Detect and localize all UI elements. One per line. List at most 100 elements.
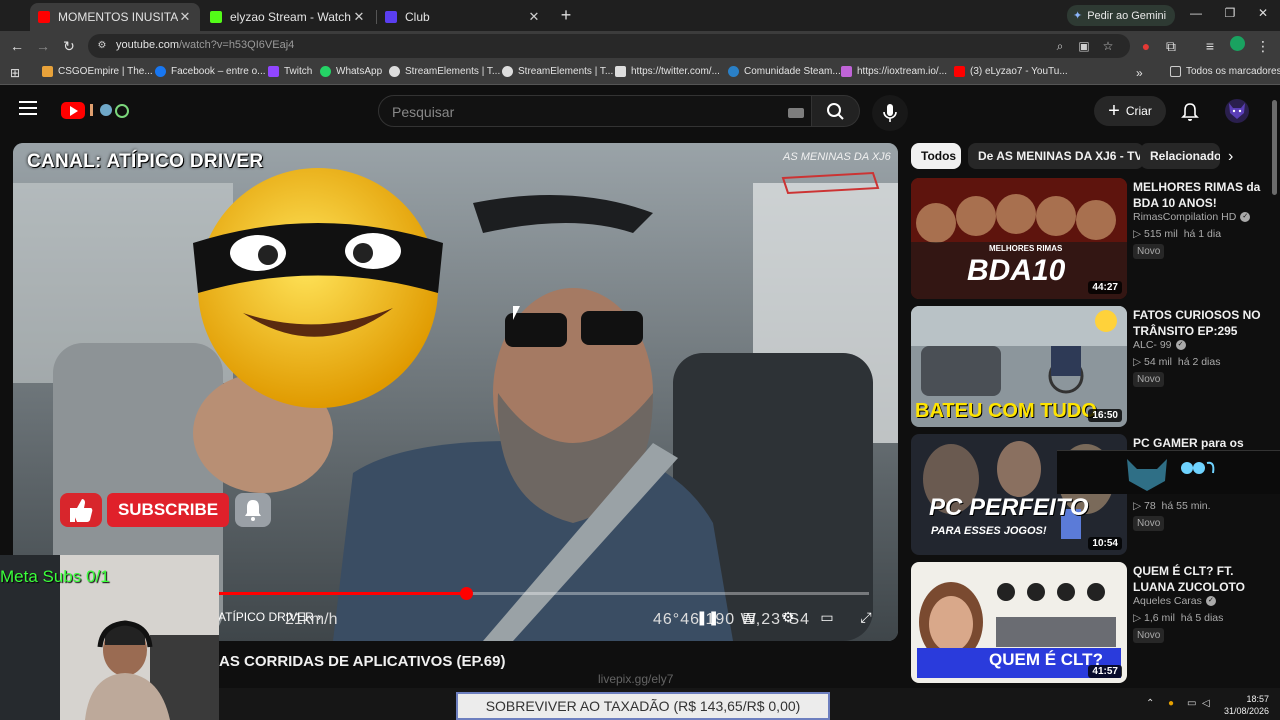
tray-chevron-icon[interactable]: ⌃ bbox=[1146, 698, 1154, 709]
thumbnail-text: BDA10 bbox=[967, 254, 1066, 287]
site-info-icon[interactable]: ⚙ bbox=[94, 38, 110, 54]
recommendation-channel[interactable]: RimasCompilation HD ✓ bbox=[1133, 211, 1251, 223]
chapter-title[interactable]: ATÍPICO DRIVER › bbox=[218, 610, 321, 624]
verified-check-icon: ✓ bbox=[1205, 596, 1216, 606]
apps-grid-icon[interactable]: ⊞ bbox=[5, 63, 25, 83]
settings-gear-icon[interactable]: ⚙ bbox=[778, 609, 798, 627]
extension-red-icon[interactable]: ● bbox=[1136, 36, 1156, 56]
new-tab-button[interactable]: + bbox=[556, 6, 576, 26]
address-bar[interactable]: ⚙ youtube.com/watch?v=h53QI6VEaj4 ⌕ ▣ ☆ bbox=[88, 34, 1130, 58]
bookmark-csgoempire[interactable]: CSGOEmpire | The... bbox=[42, 66, 153, 77]
voice-search-button[interactable] bbox=[872, 95, 908, 131]
bookmark-label: Todos os marcadores bbox=[1186, 66, 1280, 77]
youtube-logo[interactable] bbox=[61, 102, 85, 119]
close-window-button[interactable]: ✕ bbox=[1253, 6, 1273, 24]
ask-gemini-button[interactable]: ✦ Pedir ao Gemini bbox=[1067, 5, 1176, 26]
view-count: 54 mil bbox=[1144, 356, 1173, 368]
bookmark-ioxtream[interactable]: https://ioxtream.io/... bbox=[841, 66, 947, 77]
stream-alert-widget bbox=[1057, 450, 1280, 494]
minimize-window-button[interactable]: — bbox=[1186, 6, 1206, 24]
recommendation-meta: ▷ 78 há 55 min. bbox=[1133, 500, 1211, 512]
create-button[interactable]: + Criar bbox=[1094, 96, 1166, 126]
kick-favicon-icon bbox=[210, 11, 222, 23]
extensions-puzzle-icon[interactable]: ⧉ bbox=[1161, 36, 1181, 56]
zoom-icon[interactable]: ⌕ bbox=[1052, 38, 1068, 54]
tray-volume-icon[interactable]: ◁ bbox=[1202, 698, 1210, 709]
search-box[interactable]: Pesquisar bbox=[378, 95, 812, 127]
forward-arrow-icon[interactable]: → bbox=[33, 36, 53, 56]
profile-avatar-icon[interactable] bbox=[1227, 36, 1247, 56]
video-thumbnail[interactable]: BATEU COM TUDO 16:50 bbox=[911, 306, 1127, 427]
browser-tab-club[interactable]: Club ✕ bbox=[377, 3, 549, 31]
recommendation-card[interactable]: QUEM É CLT? 41:57 QUEM É CLT? FT. LUANA … bbox=[911, 562, 1261, 684]
progress-scrubber-handle[interactable] bbox=[460, 587, 473, 600]
cast-icon[interactable]: ▣ bbox=[1076, 38, 1092, 54]
bookmark-steam[interactable]: Comunidade Steam... bbox=[728, 66, 841, 77]
like-thumb-icon bbox=[60, 493, 102, 527]
maximize-window-button[interactable]: ❐ bbox=[1220, 6, 1240, 24]
video-progress-bar[interactable] bbox=[219, 587, 869, 600]
video-thumbnail[interactable]: QUEM É CLT? 41:57 bbox=[911, 562, 1127, 683]
create-label: Criar bbox=[1125, 104, 1152, 118]
browser-tab-youtube[interactable]: MOMENTOS INUSITADOS NAS ✕ bbox=[30, 3, 200, 31]
duration-badge: 10:54 bbox=[1088, 537, 1122, 550]
youtube-header: Pesquisar + Criar bbox=[0, 86, 1280, 138]
recommendation-card[interactable]: MELHORES RIMAS BDA10 44:27 MELHORES RIMA… bbox=[911, 178, 1261, 300]
more-bookmarks-icon[interactable]: » bbox=[1136, 66, 1143, 80]
keyboard-icon[interactable] bbox=[788, 108, 804, 118]
page-scrollbar[interactable] bbox=[1272, 100, 1277, 195]
chevron-right-icon[interactable]: › bbox=[1228, 148, 1233, 166]
reload-icon[interactable]: ↻ bbox=[59, 36, 79, 56]
recommendation-title[interactable]: PC GAMER para os bbox=[1133, 435, 1261, 451]
facebook-icon bbox=[155, 66, 166, 77]
miniplayer-icon[interactable]: ▭ bbox=[817, 609, 837, 627]
media-control-icon[interactable]: ≡ bbox=[1200, 36, 1220, 56]
bookmark-twitter[interactable]: https://twitter.com/... bbox=[615, 66, 720, 77]
close-tab-icon[interactable]: ✕ bbox=[352, 9, 366, 25]
recommendation-channel[interactable]: ALC- 99 ✓ bbox=[1133, 339, 1186, 351]
search-input[interactable]: Pesquisar bbox=[392, 104, 454, 120]
menu-hamburger-icon[interactable] bbox=[19, 101, 37, 115]
pause-icon[interactable]: ❚❚ bbox=[696, 609, 719, 627]
recommendation-title[interactable]: QUEM É CLT? FT. LUANA ZUCOLOTO bbox=[1133, 563, 1261, 595]
chip-relacionado[interactable]: Relacionado bbox=[1140, 143, 1220, 169]
bookmark-facebook[interactable]: Facebook – entre o... bbox=[155, 66, 266, 77]
bookmark-streamelements-2[interactable]: StreamElements | T... bbox=[502, 66, 613, 77]
bookmark-whatsapp[interactable]: WhatsApp bbox=[320, 66, 382, 77]
close-tab-icon[interactable]: ✕ bbox=[527, 9, 541, 25]
new-badge: Novo bbox=[1133, 244, 1165, 259]
tray-network-icon[interactable]: ▭ bbox=[1187, 698, 1196, 709]
account-avatar[interactable] bbox=[1225, 99, 1249, 123]
subtitles-icon[interactable]: ▤ bbox=[739, 609, 759, 627]
url-text: youtube.com/watch?v=h53QI6VEaj4 bbox=[116, 39, 294, 51]
recommendation-title[interactable]: FATOS CURIOSOS NO TRÂNSITO EP:295 bbox=[1133, 307, 1261, 339]
all-bookmarks-folder[interactable]: Todos os marcadores bbox=[1170, 66, 1280, 77]
bookmark-star-icon[interactable]: ☆ bbox=[1100, 38, 1116, 54]
chip-channel[interactable]: De AS MENINAS DA XJ6 - TV bbox=[968, 143, 1144, 169]
chip-todos[interactable]: Todos bbox=[911, 143, 961, 169]
x-twitter-icon bbox=[615, 66, 626, 77]
recommendation-title[interactable]: MELHORES RIMAS da BDA 10 ANOS! bbox=[1133, 179, 1261, 211]
tray-microphone-icon[interactable]: ● bbox=[1168, 698, 1174, 709]
browser-menu-icon[interactable]: ⋮ bbox=[1253, 36, 1273, 56]
close-tab-icon[interactable]: ✕ bbox=[178, 9, 192, 25]
fullscreen-icon[interactable]: ⤢ bbox=[856, 609, 876, 627]
thumbnail-subtext: PARA ESSES JOGOS! bbox=[931, 525, 1047, 537]
upload-age: há 5 dias bbox=[1180, 612, 1224, 624]
search-button[interactable] bbox=[812, 95, 860, 127]
system-clock[interactable]: 18:57 31/08/2026 bbox=[1224, 693, 1269, 717]
channel-name: ALC- 99 bbox=[1133, 339, 1172, 351]
browser-tab-strip: MOMENTOS INUSITADOS NAS ✕ elyzao Stream … bbox=[0, 0, 1280, 31]
bookmark-youtube[interactable]: (3) eLyzao7 - YouTu... bbox=[954, 66, 1068, 77]
notifications-bell-icon[interactable] bbox=[1181, 102, 1199, 122]
video-thumbnail[interactable]: MELHORES RIMAS BDA10 44:27 bbox=[911, 178, 1127, 299]
browser-tab-kick[interactable]: elyzao Stream - Watch Live on ✕ bbox=[202, 3, 374, 31]
recommendation-card[interactable]: BATEU COM TUDO 16:50 FATOS CURIOSOS NO T… bbox=[911, 306, 1261, 428]
bookmark-twitch[interactable]: Twitch bbox=[268, 66, 312, 77]
recommendation-channel[interactable]: Aqueles Caras ✓ bbox=[1133, 595, 1216, 607]
browser-toolbar: ← → ↻ ⚙ youtube.com/watch?v=h53QI6VEaj4 … bbox=[0, 31, 1280, 61]
bookmark-streamelements-1[interactable]: StreamElements | T... bbox=[389, 66, 500, 77]
back-arrow-icon[interactable]: ← bbox=[7, 36, 27, 56]
meta-subs-counter: Meta Subs 0/1 bbox=[0, 567, 110, 586]
streamelements-icon bbox=[389, 66, 400, 77]
